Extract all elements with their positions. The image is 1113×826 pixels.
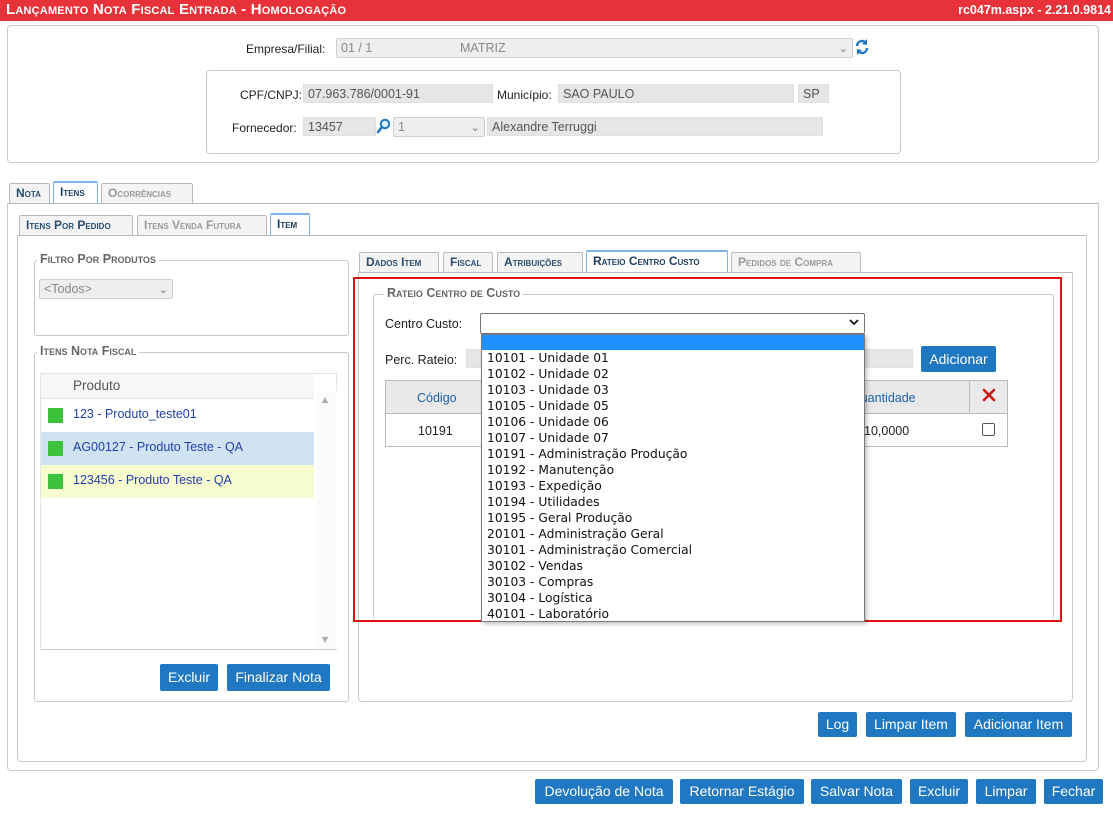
- centro-custo-dropdown[interactable]: 10101 - Unidade 01 10102 - Unidade 02 1010…: [481, 334, 865, 622]
- fornecedor-label: Fornecedor:: [232, 121, 297, 135]
- empresa-code: 01 / 1: [341, 41, 373, 55]
- dropdown-option[interactable]: 10102 - Unidade 02: [482, 366, 864, 382]
- dropdown-option[interactable]: 10101 - Unidade 01: [482, 350, 864, 366]
- tab-pedidos-de-compra[interactable]: Pedidos de Compra: [731, 252, 861, 272]
- empresa-select[interactable]: 01 / 1 MATRIZ ⌄: [336, 38, 853, 58]
- dropdown-options: 10101 - Unidade 01 10102 - Unidade 02 1010…: [482, 350, 864, 621]
- refresh-icon[interactable]: [854, 38, 870, 56]
- column-header-codigo: Código: [417, 391, 457, 405]
- fornecedor-select[interactable]: 1 ⌄: [393, 117, 485, 137]
- page-title: Lançamento Nota Fiscal Entrada - Homolog…: [6, 1, 347, 18]
- row-checkbox[interactable]: [982, 423, 995, 436]
- retornar-estagio-button[interactable]: Retornar Estágio: [680, 779, 804, 804]
- fornecedor-select-value: 1: [398, 120, 405, 134]
- fornecedor-code-field[interactable]: 13457: [303, 117, 376, 136]
- empresa-name: MATRIZ: [460, 41, 506, 55]
- chevron-down-icon: [848, 316, 860, 331]
- column-header-produto: Produto: [73, 378, 121, 393]
- chevron-down-icon: ⌄: [838, 43, 848, 55]
- dropdown-option[interactable]: 10105 - Unidade 05: [482, 398, 864, 414]
- scroll-down-icon[interactable]: ▼: [322, 635, 328, 644]
- dropdown-option[interactable]: 10103 - Unidade 03: [482, 382, 864, 398]
- limpar-item-button[interactable]: Limpar Item: [866, 712, 956, 737]
- list-header: Produto: [41, 374, 314, 399]
- list-item[interactable]: AG00127 - Produto Teste - QA: [41, 432, 314, 465]
- uf-field[interactable]: SP: [798, 84, 829, 103]
- tab-dados-item[interactable]: Dados Item: [359, 252, 439, 272]
- log-button[interactable]: Log: [818, 712, 857, 737]
- salvar-nota-button[interactable]: Salvar Nota: [811, 779, 902, 804]
- rateio-legend: Rateio Centro de Custo: [384, 286, 524, 300]
- version-label: rc047m.aspx - 2.21.0.9814: [958, 3, 1111, 17]
- status-indicator: [48, 408, 63, 423]
- fechar-button[interactable]: Fechar: [1044, 779, 1103, 804]
- finalizar-nota-button[interactable]: Finalizar Nota: [227, 664, 330, 691]
- empresa-label: Empresa/Filial:: [246, 42, 326, 56]
- dropdown-option[interactable]: 10193 - Expedição: [482, 478, 864, 494]
- tab-itens-venda-futura[interactable]: Itens Venda Futura: [137, 215, 267, 235]
- dropdown-empty-option[interactable]: [482, 335, 864, 350]
- adicionar-item-button[interactable]: Adicionar Item: [965, 712, 1072, 737]
- produto-filter-select[interactable]: <Todos> ⌄: [39, 279, 173, 299]
- dropdown-option[interactable]: 30101 - Administração Comercial: [482, 542, 864, 558]
- adicionar-rateio-button[interactable]: Adicionar: [921, 346, 996, 372]
- tab-nota[interactable]: Nota: [9, 183, 50, 203]
- list-item-label: 123 - Produto_teste01: [73, 407, 197, 421]
- municipio-field[interactable]: SAO PAULO: [558, 84, 794, 103]
- search-icon[interactable]: [376, 118, 392, 134]
- limpar-button[interactable]: Limpar: [976, 779, 1036, 804]
- municipio-label: Município:: [497, 88, 552, 102]
- devolucao-nota-button[interactable]: Devolução de Nota: [535, 779, 673, 804]
- produto-filter-value: <Todos>: [44, 282, 92, 296]
- dropdown-option[interactable]: 20101 - Administração Geral: [482, 526, 864, 542]
- scrollbar[interactable]: ▲ ▼: [317, 391, 337, 649]
- dropdown-option[interactable]: 10191 - Administração Produção: [482, 446, 864, 462]
- delete-all-icon[interactable]: [981, 387, 997, 406]
- chevron-down-icon: ⌄: [158, 284, 168, 296]
- tab-ocorrencias[interactable]: Ocorrências: [101, 183, 193, 203]
- tab-rateio-centro-custo[interactable]: Rateio Centro Custo: [586, 250, 728, 272]
- dropdown-option[interactable]: 30102 - Vendas: [482, 558, 864, 574]
- list-item-label: AG00127 - Produto Teste - QA: [73, 440, 244, 454]
- cell-quantidade: 10,0000: [864, 424, 910, 438]
- centro-custo-label: Centro Custo:: [385, 317, 463, 331]
- dropdown-option[interactable]: 10107 - Unidade 07: [482, 430, 864, 446]
- tab-fiscal[interactable]: Fiscal: [443, 252, 493, 272]
- status-indicator: [48, 474, 63, 489]
- filtro-legend: Filtro Por Produtos: [37, 252, 159, 266]
- dropdown-option[interactable]: 10106 - Unidade 06: [482, 414, 864, 430]
- scroll-up-icon[interactable]: ▲: [322, 395, 328, 404]
- list-item[interactable]: 123456 - Produto Teste - QA: [41, 465, 314, 498]
- dropdown-option[interactable]: 10194 - Utilidades: [482, 494, 864, 510]
- excluir-item-button[interactable]: Excluir: [160, 664, 218, 691]
- dropdown-option[interactable]: 10192 - Manutenção: [482, 462, 864, 478]
- cpf-field[interactable]: 07.963.786/0001-91: [303, 84, 493, 103]
- dropdown-option[interactable]: 30103 - Compras: [482, 574, 864, 590]
- tab-atribuicoes[interactable]: Atribuições: [497, 252, 583, 272]
- status-indicator: [48, 441, 63, 456]
- chevron-down-icon: ⌄: [470, 122, 480, 134]
- itens-nota-legend: Itens Nota Fiscal: [37, 344, 140, 358]
- tab-itens[interactable]: Itens: [53, 181, 98, 203]
- dropdown-option[interactable]: 40101 - Laboratório: [482, 606, 864, 621]
- fornecedor-name-field[interactable]: Alexandre Terruggi: [487, 117, 823, 136]
- fornecedor-box: [206, 70, 901, 154]
- itens-nota-list: Produto 123 - Produto_teste01 AG00127 - …: [40, 373, 337, 650]
- cpf-label: CPF/CNPJ:: [240, 88, 303, 102]
- perc-rateio-label: Perc. Rateio:: [385, 353, 458, 367]
- dropdown-option[interactable]: 30104 - Logística: [482, 590, 864, 606]
- cell-codigo: 10191: [418, 424, 453, 438]
- list-item-label: 123456 - Produto Teste - QA: [73, 473, 232, 487]
- tab-item[interactable]: Item: [270, 213, 310, 235]
- dropdown-option[interactable]: 10195 - Geral Produção: [482, 510, 864, 526]
- list-item[interactable]: 123 - Produto_teste01: [41, 399, 314, 432]
- excluir-nota-button[interactable]: Excluir: [910, 779, 968, 804]
- centro-custo-select[interactable]: [480, 313, 865, 334]
- title-bar: Lançamento Nota Fiscal Entrada - Homolog…: [0, 0, 1113, 21]
- tab-itens-por-pedido[interactable]: Itens Por Pedido: [19, 215, 133, 235]
